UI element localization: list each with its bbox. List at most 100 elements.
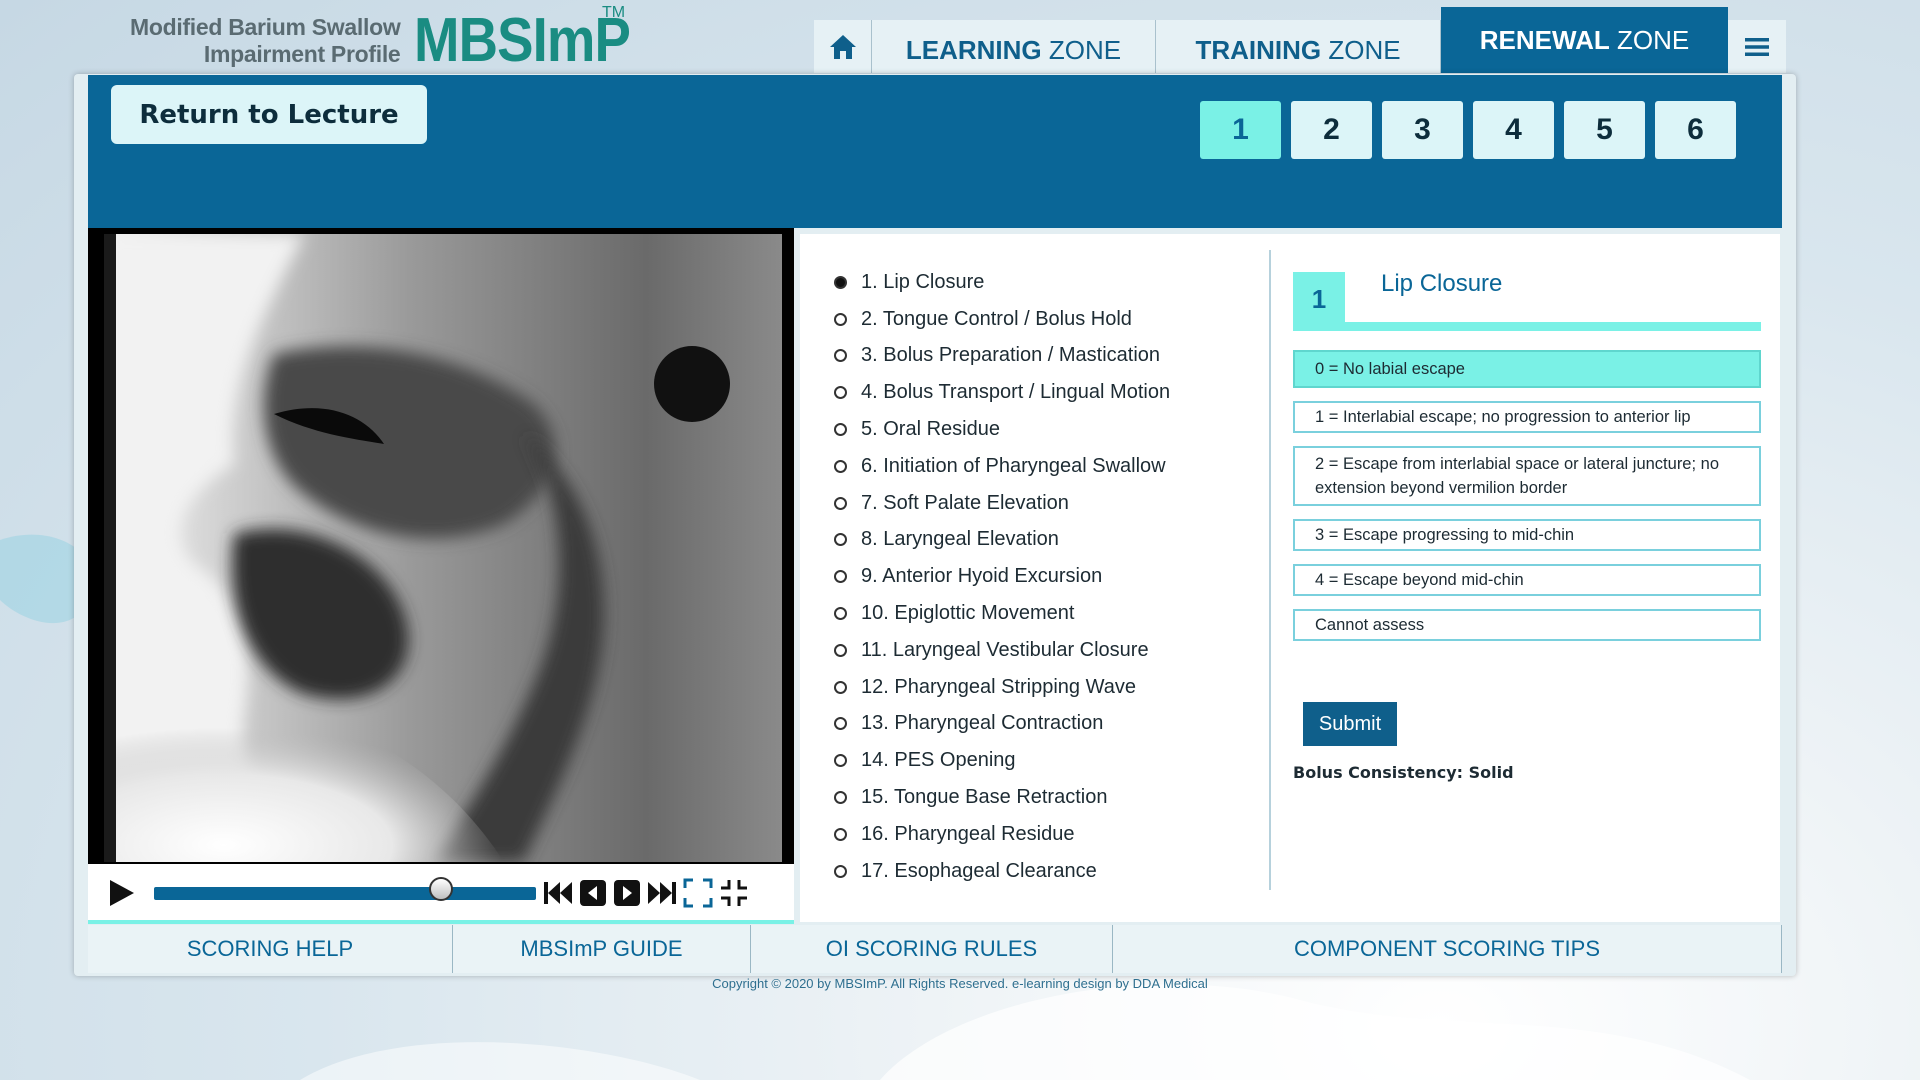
component-item[interactable]: 13. Pharyngeal Contraction [834,706,1170,743]
logo-line-1: Modified Barium Swallow [130,14,401,40]
home-icon [829,34,856,59]
radio-bullet-icon [834,312,847,326]
component-item[interactable]: 6. Initiation of Pharyngeal Swallow [834,448,1170,485]
score-option-0[interactable]: 0 = No labial escape [1293,350,1761,388]
footer-link-3[interactable]: COMPONENT SCORING TIPS [1113,925,1782,973]
play-icon [110,880,134,906]
component-item[interactable]: 4. Bolus Transport / Lingual Motion [834,374,1170,411]
component-item[interactable]: 8. Laryngeal Elevation [834,522,1170,559]
component-label: 2. Tongue Control / Bolus Hold [861,307,1132,330]
component-label: 3. Bolus Preparation / Mastication [861,344,1161,367]
page-button-1[interactable]: 1 [1200,101,1281,159]
radio-bullet-icon [834,680,847,694]
component-item[interactable]: 10. Epiglottic Movement [834,595,1170,632]
component-label: 14. PES Opening [861,749,1016,772]
fullscreen-icon[interactable] [683,878,713,908]
component-item[interactable]: 11. Laryngeal Vestibular Closure [834,632,1170,669]
component-label: 12. Pharyngeal Stripping Wave [861,675,1136,698]
component-item[interactable]: 9. Anterior Hyoid Excursion [834,558,1170,595]
nav-training-zone[interactable]: TRAINING ZONE [1156,20,1441,73]
seek-bar[interactable] [154,887,536,900]
radio-bullet-icon [834,827,847,841]
home-button[interactable] [814,20,872,73]
menu-button[interactable] [1728,20,1786,73]
exit-fullscreen-icon[interactable] [719,878,749,908]
component-title: Lip Closure [1381,270,1503,297]
page-button-4[interactable]: 4 [1473,101,1554,159]
seek-thumb[interactable] [428,877,453,901]
radio-bullet-icon [834,754,847,768]
play-button[interactable] [108,878,136,913]
component-item[interactable]: 17. Esophageal Clearance [834,853,1170,890]
radio-bullet-icon [834,423,847,437]
component-item[interactable]: 12. Pharyngeal Stripping Wave [834,669,1170,706]
radio-bullet-icon [834,275,847,289]
component-label: 16. Pharyngeal Residue [861,822,1075,845]
footer-link-2[interactable]: OI SCORING RULES [751,925,1113,973]
radio-bullet-icon [834,643,847,657]
component-label: 7. Soft Palate Elevation [861,491,1069,514]
component-label: 13. Pharyngeal Contraction [861,712,1104,735]
logo-brand: MBSImP [414,6,631,75]
skip-to-start-icon[interactable] [543,880,573,906]
nav-learning-strong: LEARNING [905,35,1042,65]
component-label: 11. Laryngeal Vestibular Closure [861,638,1149,661]
component-label: 10. Epiglottic Movement [861,602,1075,625]
page-button-5[interactable]: 5 [1564,101,1645,159]
score-option-5[interactable]: Cannot assess [1293,609,1761,641]
component-label: 9. Anterior Hyoid Excursion [861,565,1103,588]
submit-button[interactable]: Submit [1303,702,1397,746]
radio-bullet-icon [834,791,847,805]
fluoroscopy-video-frame[interactable] [104,234,782,862]
radio-bullet-icon [834,386,847,400]
component-item[interactable]: 7. Soft Palate Elevation [834,485,1170,522]
footer-link-0[interactable]: SCORING HELP [88,925,453,973]
mbsimp-logo: Modified Barium Swallow Impairment Profi… [130,6,660,75]
component-item[interactable]: 2. Tongue Control / Bolus Hold [834,301,1170,338]
page-selector: 123456 [1200,101,1736,159]
video-player [88,228,794,868]
page-button-2[interactable]: 2 [1291,101,1372,159]
radio-bullet-icon [834,349,847,363]
component-label: 17. Esophageal Clearance [861,859,1097,882]
radio-bullet-icon [834,570,847,584]
component-item[interactable]: 15. Tongue Base Retraction [834,779,1170,816]
component-label: 15. Tongue Base Retraction [861,786,1108,809]
copyright: Copyright © 2020 by MBSImP. All Rights R… [712,976,1208,991]
radio-bullet-icon [834,459,847,473]
score-option-3[interactable]: 3 = Escape progressing to mid-chin [1293,519,1761,551]
component-item[interactable]: 14. PES Opening [834,742,1170,779]
nav-renewal-zone[interactable]: RENEWAL ZONE [1441,7,1728,73]
scoring-header-underline [1293,322,1761,331]
panel-divider [1269,250,1271,890]
nav-training-rest: ZONE [1321,35,1401,65]
component-item[interactable]: 3. Bolus Preparation / Mastication [834,338,1170,375]
page-button-6[interactable]: 6 [1655,101,1736,159]
logo-line-2: Impairment Profile [203,41,401,67]
component-list: 1. Lip Closure 2. Tongue Control / Bolus … [834,264,1170,890]
skip-to-end-icon[interactable] [647,880,677,906]
component-item[interactable]: 16. Pharyngeal Residue [834,816,1170,853]
score-option-1[interactable]: 1 = Interlabial escape; no progression t… [1293,401,1761,433]
score-option-4[interactable]: 4 = Escape beyond mid-chin [1293,564,1761,596]
nav-renewal-strong: RENEWAL [1479,24,1610,55]
component-number: 1 [1293,272,1345,327]
step-back-icon[interactable] [579,879,607,907]
scoring-header: 1 Lip Closure [1293,270,1761,331]
return-to-lecture-button[interactable]: Return to Lecture [111,85,427,144]
nav-training-strong: TRAINING [1195,35,1322,65]
nav-learning-zone[interactable]: LEARNING ZONE [872,20,1156,73]
footer-link-1[interactable]: MBSImP GUIDE [453,925,751,973]
score-options: 0 = No labial escape 1 = Interlabial esca… [1293,350,1761,654]
hamburger-icon [1745,37,1769,56]
xray-image [104,234,782,862]
page-button-3[interactable]: 3 [1382,101,1463,159]
step-forward-icon[interactable] [613,879,641,907]
radio-bullet-icon [834,864,847,878]
component-item[interactable]: 5. Oral Residue [834,411,1170,448]
radio-bullet-icon [834,717,847,731]
score-option-2[interactable]: 2 = Escape from interlabial space or lat… [1293,446,1761,506]
video-controls [88,864,794,924]
component-item[interactable]: 1. Lip Closure [834,264,1170,301]
radio-bullet-icon [834,533,847,547]
